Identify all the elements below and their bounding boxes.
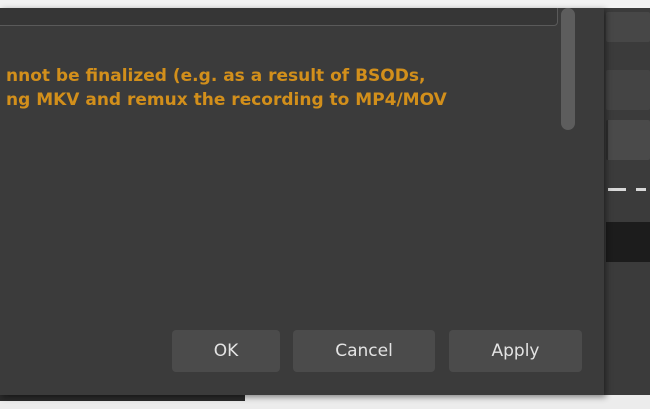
background-panel-row — [606, 120, 650, 160]
background-bottom-dark-bar — [0, 395, 245, 401]
settings-group-box — [0, 8, 558, 26]
cancel-button[interactable]: Cancel — [293, 330, 435, 372]
vertical-scrollbar[interactable] — [558, 8, 578, 320]
warning-line-1: nnot be finalized (e.g. as a result of B… — [6, 66, 426, 86]
background-divider — [636, 188, 646, 191]
background-top-strip — [0, 0, 650, 8]
settings-scroll-area: nnot be finalized (e.g. as a result of B… — [0, 8, 583, 320]
settings-dialog: nnot be finalized (e.g. as a result of B… — [0, 8, 604, 395]
dialog-button-row: OK Cancel Apply — [0, 330, 604, 374]
warning-line-2: ng MKV and remux the recording to MP4/MO… — [6, 90, 447, 110]
background-panel-row — [606, 12, 650, 42]
apply-button[interactable]: Apply — [449, 330, 582, 372]
background-panel-row — [606, 70, 650, 110]
background-dark-bar — [606, 222, 650, 262]
background-divider — [608, 188, 626, 191]
background-side-panel — [604, 8, 650, 409]
recording-format-warning: nnot be finalized (e.g. as a result of B… — [6, 64, 566, 112]
ok-button[interactable]: OK — [172, 330, 280, 372]
scrollbar-thumb[interactable] — [561, 8, 575, 130]
